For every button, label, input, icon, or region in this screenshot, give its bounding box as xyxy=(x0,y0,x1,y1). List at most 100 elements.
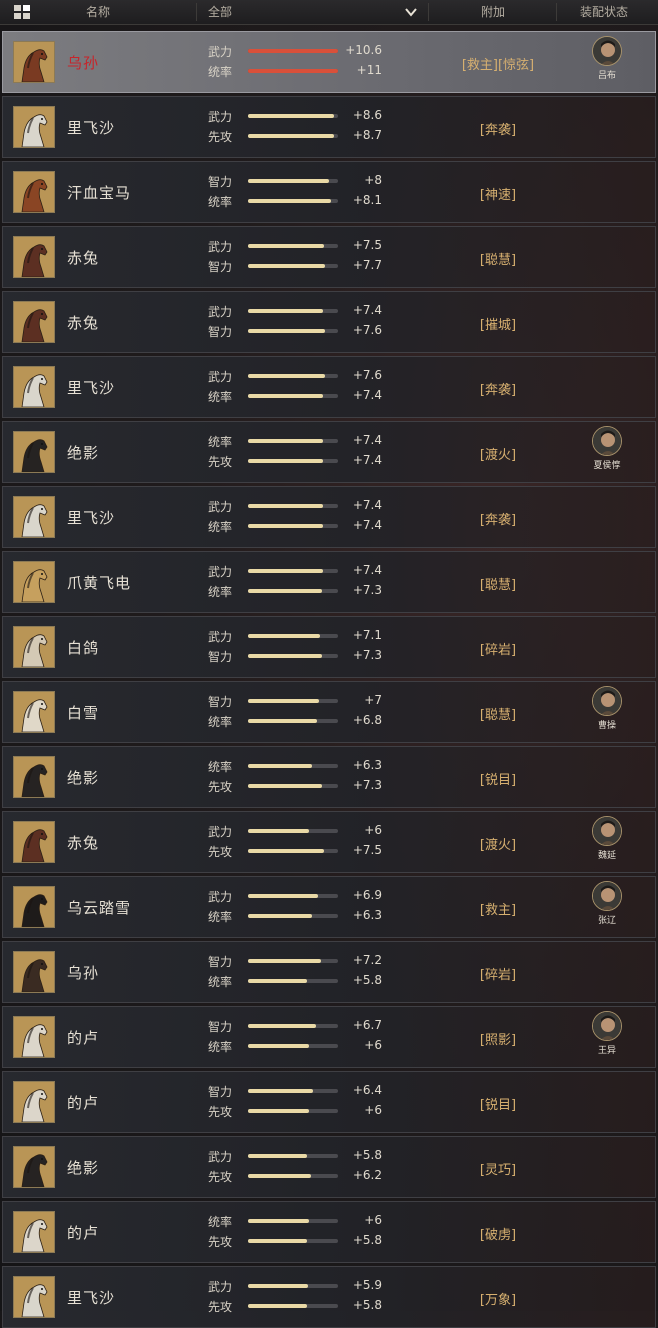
stat-bar-fill xyxy=(248,589,322,593)
skill-tag: [渡火] xyxy=(479,838,517,853)
horse-row[interactable]: 绝影 统率 +7.4 先攻 +7.4 [渡火] 夏侯惇 xyxy=(2,421,656,483)
stat-bar xyxy=(248,309,338,313)
stat-bar xyxy=(248,699,338,703)
stat-line: 统率 +7.4 xyxy=(208,433,388,449)
horse-name: 里飞沙 xyxy=(67,119,116,137)
horse-row[interactable]: 绝影 统率 +6.3 先攻 +7.3 [锐目] xyxy=(2,746,656,808)
horse-row[interactable]: 白雪 智力 +7 统率 +6.8 [聪慧] 曹操 xyxy=(2,681,656,743)
stat-label: 统率 xyxy=(208,975,233,989)
equipped-general[interactable]: 曹操 xyxy=(589,686,625,740)
stat-bar-fill xyxy=(248,49,338,53)
horse-row[interactable]: 乌孙 武力 +10.6 统率 +11 [救主][惊弦] 吕布 xyxy=(2,31,656,93)
stat-bar xyxy=(248,504,338,508)
skill-tag: [救主][惊弦] xyxy=(461,58,535,73)
stat-line: 武力 +8.6 xyxy=(208,108,388,124)
horse-row[interactable]: 里飞沙 武力 +7.4 统率 +7.4 [奔袭] xyxy=(2,486,656,548)
stat-bar-fill xyxy=(248,1154,308,1158)
stat-bar-fill xyxy=(248,1304,308,1308)
equipped-general[interactable]: 王异 xyxy=(589,1011,625,1065)
skill-tag: [摧城] xyxy=(479,318,517,333)
stat-bar-fill xyxy=(248,849,324,853)
stat-label: 统率 xyxy=(208,520,233,534)
horse-name: 乌孙 xyxy=(67,54,100,72)
stat-line: 先攻 +7.5 xyxy=(208,843,388,859)
horse-row[interactable]: 的卢 智力 +6.4 先攻 +6 [锐目] xyxy=(2,1071,656,1133)
horse-row[interactable]: 的卢 智力 +6.7 统率 +6 [照影] 王异 xyxy=(2,1006,656,1068)
skill-tag: [破虏] xyxy=(479,1228,517,1243)
horse-name: 里飞沙 xyxy=(67,1289,116,1307)
horse-row[interactable]: 白鸽 武力 +7.1 智力 +7.3 [碎岩] xyxy=(2,616,656,678)
stat-value: +7 xyxy=(364,693,382,707)
horse-icon xyxy=(13,431,55,473)
horse-row[interactable]: 的卢 统率 +6 先攻 +5.8 [破虏] xyxy=(2,1201,656,1263)
chevron-down-icon[interactable] xyxy=(404,5,418,19)
horse-row[interactable]: 汗血宝马 智力 +8 统率 +8.1 [神速] xyxy=(2,161,656,223)
horse-icon xyxy=(13,821,55,863)
skill-tag: [聪慧] xyxy=(479,253,517,268)
horse-name: 乌云踏雪 xyxy=(67,899,132,917)
filter-dropdown-value[interactable]: 全部 xyxy=(208,0,232,24)
stat-label: 先攻 xyxy=(208,130,233,144)
view-toggle-icon[interactable] xyxy=(14,5,30,19)
stat-line: 武力 +7.4 xyxy=(208,498,388,514)
stat-line: 先攻 +6.2 xyxy=(208,1168,388,1184)
stat-label: 先攻 xyxy=(208,1235,233,1249)
horse-icon xyxy=(13,626,55,668)
equipped-general-name: 张辽 xyxy=(597,916,616,926)
horse-icon xyxy=(13,691,55,733)
stat-label: 先攻 xyxy=(208,780,233,794)
stat-value: +5.9 xyxy=(352,1278,382,1292)
horse-name: 的卢 xyxy=(67,1224,100,1242)
stat-label: 武力 xyxy=(208,890,233,904)
stat-label: 先攻 xyxy=(208,1170,233,1184)
stat-value: +7.3 xyxy=(352,648,382,662)
equipped-general[interactable]: 夏侯惇 xyxy=(589,426,625,480)
stat-bar-fill xyxy=(248,439,323,443)
horse-row[interactable]: 里飞沙 武力 +5.9 先攻 +5.8 [万象] xyxy=(2,1266,656,1328)
stat-value: +7.4 xyxy=(352,518,382,532)
stat-bar-fill xyxy=(248,784,322,788)
stat-bar xyxy=(248,49,338,53)
horse-row[interactable]: 里飞沙 武力 +8.6 先攻 +8.7 [奔袭] xyxy=(2,96,656,158)
horse-row[interactable]: 赤兔 武力 +7.4 智力 +7.6 [摧城] xyxy=(2,291,656,353)
horse-row[interactable]: 里飞沙 武力 +7.6 统率 +7.4 [奔袭] xyxy=(2,356,656,418)
stat-value: +7.3 xyxy=(352,583,382,597)
stat-value: +5.8 xyxy=(352,1298,382,1312)
stat-bar-fill xyxy=(248,764,312,768)
equipped-general-name: 吕布 xyxy=(597,71,616,81)
stat-bar xyxy=(248,459,338,463)
skill-tag: [碎岩] xyxy=(479,968,517,983)
horse-row[interactable]: 赤兔 武力 +6 先攻 +7.5 [渡火] 魏延 xyxy=(2,811,656,873)
stat-label: 武力 xyxy=(208,500,233,514)
skill-tag: [灵巧] xyxy=(479,1163,517,1178)
horse-name: 里飞沙 xyxy=(67,379,116,397)
horse-row[interactable]: 爪黄飞电 武力 +7.4 统率 +7.3 [聪慧] xyxy=(2,551,656,613)
stat-line: 智力 +7 xyxy=(208,693,388,709)
equipped-general-name: 曹操 xyxy=(597,721,616,731)
stat-bar-fill xyxy=(248,329,325,333)
stat-value: +6.3 xyxy=(352,758,382,772)
stat-label: 智力 xyxy=(208,325,233,339)
horse-row[interactable]: 乌云踏雪 武力 +6.9 统率 +6.3 [救主] 张辽 xyxy=(2,876,656,938)
column-header-name[interactable]: 名称 xyxy=(86,0,110,24)
equipped-general[interactable]: 张辽 xyxy=(589,881,625,935)
stat-bar-fill xyxy=(248,264,326,268)
stat-bar-fill xyxy=(248,829,310,833)
horse-row[interactable]: 乌孙 智力 +7.2 统率 +5.8 [碎岩] xyxy=(2,941,656,1003)
stat-bar-fill xyxy=(248,719,318,723)
equipped-general[interactable]: 吕布 xyxy=(589,36,625,90)
stat-label: 武力 xyxy=(208,565,233,579)
avatar xyxy=(592,881,622,911)
stat-line: 先攻 +7.3 xyxy=(208,778,388,794)
stat-line: 统率 +7.4 xyxy=(208,388,388,404)
equipped-general[interactable]: 魏延 xyxy=(589,816,625,870)
stat-bar-fill xyxy=(248,634,320,638)
horse-row[interactable]: 绝影 武力 +5.8 先攻 +6.2 [灵巧] xyxy=(2,1136,656,1198)
stat-value: +7.4 xyxy=(352,453,382,467)
horse-row[interactable]: 赤兔 武力 +7.5 智力 +7.7 [聪慧] xyxy=(2,226,656,288)
stat-label: 统率 xyxy=(208,585,233,599)
stat-bar-fill xyxy=(248,504,323,508)
stat-value: +7.4 xyxy=(352,433,382,447)
stat-bar xyxy=(248,1304,338,1308)
stat-line: 武力 +5.8 xyxy=(208,1148,388,1164)
